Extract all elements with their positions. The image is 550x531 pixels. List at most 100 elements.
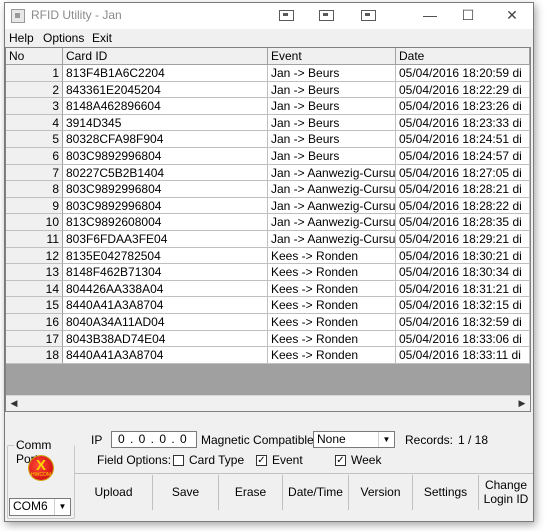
cell-date[interactable]: 05/04/2016 18:23:26 di (396, 98, 530, 115)
table-row[interactable]: 4 3914D345 Jan -> Beurs 05/04/2016 18:23:33… (6, 114, 530, 132)
table-row[interactable]: 8 803C9892996804 Jan -> Aanwezig-Cursus 05/… (6, 181, 530, 198)
column-header-date[interactable]: Date (396, 48, 530, 65)
cell-card-id[interactable]: 3914D345 (63, 114, 268, 132)
cell-no[interactable]: 14 (6, 280, 63, 298)
table-row[interactable]: 9 803C9892996804 Jan -> Aanwezig-Cursus 05/… (6, 197, 530, 215)
toolbar-layout-icon[interactable] (279, 10, 294, 21)
cell-event[interactable]: Jan -> Aanwezig-Cursus (268, 214, 396, 231)
cell-card-id[interactable]: 80227C5B2B1404 (63, 164, 268, 182)
table-row[interactable]: 6 803C9892996804 Jan -> Beurs 05/04/2016 18… (6, 148, 530, 165)
cell-event[interactable]: Kees -> Ronden (268, 247, 396, 265)
cell-card-id[interactable]: 813F4B1A6C2204 (63, 65, 268, 82)
cell-date[interactable]: 05/04/2016 18:27:05 di (396, 164, 530, 182)
horizontal-scrollbar[interactable]: ◀ ▶ (6, 395, 530, 411)
cell-event[interactable]: Jan -> Beurs (268, 65, 396, 82)
cell-no[interactable]: 1 (6, 65, 63, 82)
table-row[interactable]: 15 8440A41A3A8704 Kees -> Ronden 05/04/2016… (6, 297, 530, 314)
table-row[interactable]: 12 8135E042782504 Kees -> Ronden 05/04/2016… (6, 247, 530, 265)
cell-no[interactable]: 15 (6, 297, 63, 314)
cell-card-id[interactable]: 843361E2045204 (63, 81, 268, 99)
comm-port-select[interactable]: COM6 ▼ (9, 498, 71, 516)
cell-no[interactable]: 17 (6, 330, 63, 348)
cell-event[interactable]: Kees -> Ronden (268, 347, 396, 364)
cell-event[interactable]: Jan -> Beurs (268, 131, 396, 148)
table-row[interactable]: 13 8148F462B71304 Kees -> Ronden 05/04/2016… (6, 264, 530, 281)
cell-no[interactable]: 11 (6, 231, 63, 248)
cell-card-id[interactable]: 803C9892996804 (63, 181, 268, 198)
table-row[interactable]: 17 8043B38AD74E04 Kees -> Ronden 05/04/2016… (6, 330, 530, 348)
date-time-button[interactable]: Date/Time (283, 475, 349, 510)
erase-button[interactable]: Erase (219, 475, 283, 510)
cell-event[interactable]: Jan -> Beurs (268, 81, 396, 99)
cell-date[interactable]: 05/04/2016 18:24:57 di (396, 148, 530, 165)
scroll-right-icon[interactable]: ▶ (514, 396, 530, 411)
cell-card-id[interactable]: 8440A41A3A8704 (63, 297, 268, 314)
cell-date[interactable]: 05/04/2016 18:32:15 di (396, 297, 530, 314)
column-header-card-id[interactable]: Card ID (63, 48, 268, 65)
cell-date[interactable]: 05/04/2016 18:33:06 di (396, 330, 530, 348)
cell-date[interactable]: 05/04/2016 18:32:59 di (396, 314, 530, 331)
cell-no[interactable]: 7 (6, 164, 63, 182)
table-row[interactable]: 11 803F6FDAA3FE04 Jan -> Aanwezig-Cursus 05… (6, 231, 530, 248)
cell-card-id[interactable]: 8148A462896604 (63, 98, 268, 115)
menu-options[interactable]: Options (43, 31, 84, 45)
cell-event[interactable]: Kees -> Ronden (268, 330, 396, 348)
version-button[interactable]: Version (349, 475, 413, 510)
cell-date[interactable]: 05/04/2016 18:31:21 di (396, 280, 530, 298)
cell-date[interactable]: 05/04/2016 18:20:59 di (396, 65, 530, 82)
maximize-button[interactable]: ☐ (457, 5, 479, 25)
toolbar-record-icon[interactable] (361, 10, 376, 21)
cell-card-id[interactable]: 804426AA338A04 (63, 280, 268, 298)
cell-no[interactable]: 12 (6, 247, 63, 265)
minimize-button[interactable]: — (419, 5, 441, 25)
table-row[interactable]: 2 843361E2045204 Jan -> Beurs 05/04/2016 18… (6, 81, 530, 99)
cell-date[interactable]: 05/04/2016 18:29:21 di (396, 231, 530, 248)
cell-no[interactable]: 16 (6, 314, 63, 331)
cell-event[interactable]: Jan -> Aanwezig-Cursus (268, 197, 396, 215)
table-row[interactable]: 7 80227C5B2B1404 Jan -> Aanwezig-Cursus 05/… (6, 164, 530, 182)
upload-button[interactable]: Upload (75, 475, 153, 510)
cell-event[interactable]: Kees -> Ronden (268, 297, 396, 314)
table-row[interactable]: 18 8440A41A3A8704 Kees -> Ronden 05/04/2016… (6, 347, 530, 364)
cell-card-id[interactable]: 8043B38AD74E04 (63, 330, 268, 348)
change-login-id-button[interactable]: Change Login ID (479, 475, 533, 510)
cell-no[interactable]: 8 (6, 181, 63, 198)
week-checkbox[interactable]: ✓ (335, 455, 346, 466)
cell-event[interactable]: Jan -> Aanwezig-Cursus (268, 231, 396, 248)
table-row[interactable]: 10 813C9892608004 Jan -> Aanwezig-Cursus 05… (6, 214, 530, 231)
table-row[interactable]: 5 80328CFA98F904 Jan -> Beurs 05/04/2016 18… (6, 131, 530, 148)
cell-card-id[interactable]: 8040A34A11AD04 (63, 314, 268, 331)
cell-event[interactable]: Kees -> Ronden (268, 280, 396, 298)
settings-button[interactable]: Settings (413, 475, 479, 510)
cell-date[interactable]: 05/04/2016 18:28:22 di (396, 197, 530, 215)
ip-address-field[interactable]: 0 . 0 . 0 . 0 (111, 431, 197, 448)
magnetic-compatible-select[interactable]: None ▼ (313, 431, 395, 448)
cell-event[interactable]: Kees -> Ronden (268, 314, 396, 331)
cell-event[interactable]: Jan -> Aanwezig-Cursus (268, 181, 396, 198)
event-checkbox[interactable]: ✓ (256, 455, 267, 466)
cell-no[interactable]: 18 (6, 347, 63, 364)
cell-event[interactable]: Kees -> Ronden (268, 264, 396, 281)
table-row[interactable]: 14 804426AA338A04 Kees -> Ronden 05/04/2016… (6, 280, 530, 298)
cell-date[interactable]: 05/04/2016 18:30:21 di (396, 247, 530, 265)
cell-no[interactable]: 9 (6, 197, 63, 215)
cell-date[interactable]: 05/04/2016 18:28:35 di (396, 214, 530, 231)
table-row[interactable]: 3 8148A462896604 Jan -> Beurs 05/04/2016 18… (6, 98, 530, 115)
cell-no[interactable]: 3 (6, 98, 63, 115)
cell-date[interactable]: 05/04/2016 18:23:33 di (396, 114, 530, 132)
cell-card-id[interactable]: 8135E042782504 (63, 247, 268, 265)
cell-no[interactable]: 13 (6, 264, 63, 281)
cell-no[interactable]: 10 (6, 214, 63, 231)
table-row[interactable]: 16 8040A34A11AD04 Kees -> Ronden 05/04/2016… (6, 314, 530, 331)
toolbar-view-icon[interactable] (319, 10, 334, 21)
cell-no[interactable]: 4 (6, 114, 63, 132)
column-header-event[interactable]: Event (268, 48, 396, 65)
menu-exit[interactable]: Exit (92, 31, 112, 45)
close-button[interactable]: ✕ (501, 5, 523, 25)
scroll-left-icon[interactable]: ◀ (6, 396, 22, 411)
cell-no[interactable]: 6 (6, 148, 63, 165)
cell-event[interactable]: Jan -> Aanwezig-Cursus (268, 164, 396, 182)
card-type-checkbox[interactable] (173, 455, 184, 466)
cell-date[interactable]: 05/04/2016 18:30:34 di (396, 264, 530, 281)
cell-date[interactable]: 05/04/2016 18:22:29 di (396, 81, 530, 99)
